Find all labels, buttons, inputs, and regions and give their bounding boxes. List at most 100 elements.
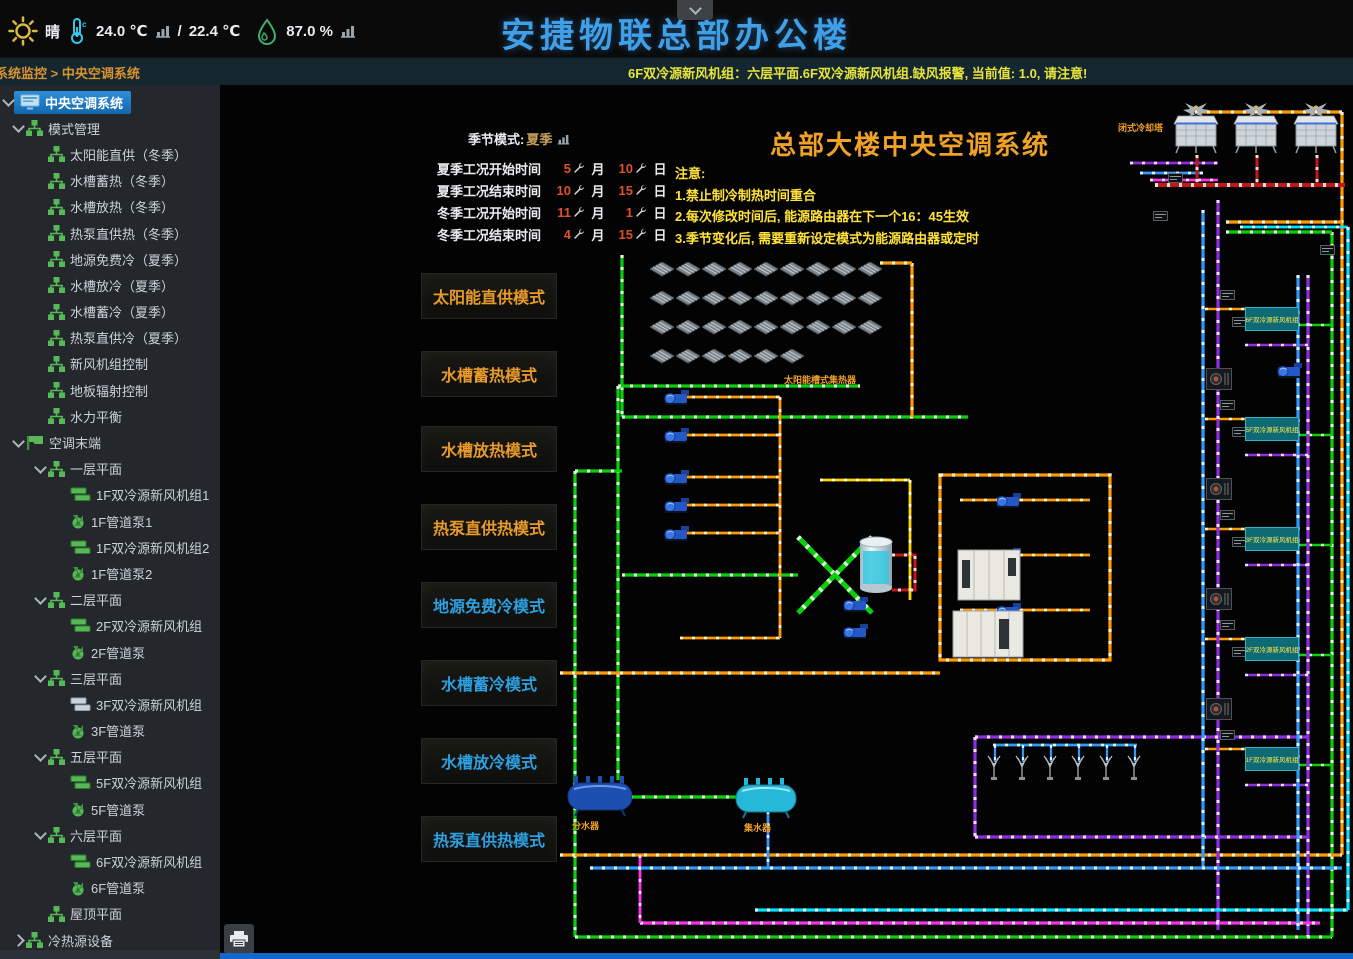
sidebar-item-12[interactable]: 水力平衡 [0,403,220,429]
selected-node-highlight[interactable]: 中央空调系统 [14,91,131,114]
chevron-down-icon[interactable] [34,749,47,762]
edit-wrench-icon[interactable] [573,162,585,174]
mode-button-5[interactable]: 水槽蓄冷模式 [421,660,557,706]
sidebar-item-26[interactable]: 5F双冷源新风机组 [0,770,220,796]
panel-symbol[interactable] [754,262,778,276]
sidebar-item-8[interactable]: 水槽蓄冷（夏季） [0,299,220,325]
heat-pump-unit-b[interactable] [953,611,1023,657]
edit-wrench-icon[interactable] [573,228,585,240]
panel-symbol[interactable] [702,262,726,276]
sidebar-item-23[interactable]: 3F双冷源新风机组 [0,691,220,717]
chevron-down-icon[interactable] [34,827,47,840]
edit-wrench-icon[interactable] [635,228,647,240]
pump-symbol[interactable] [665,498,689,513]
schedule-month-value[interactable]: 11 [549,205,571,220]
schedule-day-value[interactable]: 15 [611,183,633,198]
panel-symbol[interactable] [650,291,674,305]
sidebar-item-27[interactable]: 5F管道泵 [0,796,220,822]
edit-wrench-icon[interactable] [573,184,585,196]
sidebar-item-20[interactable]: 2F双冷源新风机组 [0,613,220,639]
panel-symbol[interactable] [832,320,856,334]
fanbox-symbol[interactable] [1207,479,1232,500]
mode-button-7[interactable]: 热泵直供热模式 [421,816,557,862]
edit-wrench-icon[interactable] [573,206,585,218]
panel-symbol[interactable] [702,349,726,363]
panel-symbol[interactable] [728,262,752,276]
pump-symbol[interactable] [844,624,868,639]
sidebar-item-30[interactable]: 6F管道泵 [0,875,220,901]
pump-symbol[interactable] [665,526,689,541]
panel-symbol[interactable] [676,262,700,276]
panel-symbol[interactable] [806,262,830,276]
sidebar-item-0[interactable]: 中央空调系统 [0,89,220,115]
pump-symbol[interactable] [997,493,1021,508]
schedule-day-value[interactable]: 1 [611,205,633,220]
panel-symbol[interactable] [702,291,726,305]
sidebar-item-4[interactable]: 水槽放热（冬季） [0,194,220,220]
header-collapse-button[interactable] [677,0,713,20]
panel-symbol[interactable] [780,349,804,363]
panel-symbol[interactable] [832,291,856,305]
sidebar-item-1[interactable]: 模式管理 [0,115,220,141]
floor-ahu-box-2[interactable]: 3F双冷源新风机组 [1245,527,1299,551]
panel-symbol[interactable] [806,291,830,305]
floor-ahu-box-4[interactable]: 1F双冷源新风机组 [1245,747,1299,771]
sidebar-item-11[interactable]: 地板辐射控制 [0,377,220,403]
sidebar-item-14[interactable]: 一层平面 [0,456,220,482]
sidebar-item-2[interactable]: 太阳能直供（冬季） [0,141,220,167]
edit-wrench-icon[interactable] [635,162,647,174]
panel-symbol[interactable] [754,320,778,334]
panel-symbol[interactable] [858,320,882,334]
floor-ahu-box-3[interactable]: 2F双冷源新风机组 [1245,637,1299,661]
pump-symbol[interactable] [1278,363,1302,378]
panel-symbol[interactable] [650,349,674,363]
sidebar-item-10[interactable]: 新风机组控制 [0,351,220,377]
breadcrumb[interactable]: 系统监控 > 中央空调系统 [0,63,140,82]
edit-wrench-icon[interactable] [635,206,647,218]
heat-pump-unit-a[interactable] [958,550,1020,600]
edit-wrench-icon[interactable] [635,184,647,196]
panel-symbol[interactable] [780,291,804,305]
sidebar-item-19[interactable]: 二层平面 [0,587,220,613]
chevron-down-icon[interactable] [12,120,25,133]
sidebar-item-3[interactable]: 水槽蓄热（冬季） [0,168,220,194]
mode-button-2[interactable]: 水槽放热模式 [421,426,557,472]
water-collector-tank[interactable] [736,778,796,818]
sidebar-item-29[interactable]: 6F双冷源新风机组 [0,848,220,874]
sidebar-item-13[interactable]: 空调末端 [0,429,220,455]
floor-ahu-box-1[interactable]: 5F双冷源新风机组 [1245,417,1299,441]
sidebar-item-9[interactable]: 热泵直供冷（夏季） [0,325,220,351]
schedule-day-value[interactable]: 15 [611,227,633,242]
sidebar-item-7[interactable]: 水槽放冷（夏季） [0,272,220,298]
panel-symbol[interactable] [676,349,700,363]
print-button[interactable] [224,924,254,954]
sidebar-item-25[interactable]: 五层平面 [0,744,220,770]
fanbox-symbol[interactable] [1207,369,1232,390]
panel-symbol[interactable] [676,291,700,305]
sidebar-item-32[interactable]: 冷热源设备 [0,927,220,950]
schedule-month-value[interactable]: 10 [549,183,571,198]
panel-symbol[interactable] [702,320,726,334]
pump-symbol[interactable] [665,428,689,443]
sidebar-item-15[interactable]: 1F双冷源新风机组1 [0,482,220,508]
panel-symbol[interactable] [728,349,752,363]
schedule-month-value[interactable]: 5 [549,161,571,176]
chevron-down-icon[interactable] [2,94,15,107]
sidebar-item-18[interactable]: 1F管道泵2 [0,560,220,586]
sidebar-item-16[interactable]: 1F管道泵1 [0,508,220,534]
sidebar-item-21[interactable]: 2F管道泵 [0,639,220,665]
panel-symbol[interactable] [780,320,804,334]
panel-symbol[interactable] [806,320,830,334]
trend-chart-icon[interactable] [557,133,570,145]
panel-symbol[interactable] [858,291,882,305]
floor-ahu-box-0[interactable]: 6F双冷源新风机组 [1245,307,1299,331]
panel-symbol[interactable] [728,320,752,334]
pump-symbol[interactable] [665,390,689,405]
storage-tank[interactable] [860,537,892,593]
mode-button-3[interactable]: 热泵直供热模式 [421,504,557,550]
sidebar-item-22[interactable]: 三层平面 [0,665,220,691]
sidebar-item-24[interactable]: 3F管道泵 [0,718,220,744]
panel-symbol[interactable] [650,320,674,334]
chevron-down-icon[interactable] [34,461,47,474]
mode-button-4[interactable]: 地源免费冷模式 [421,582,557,628]
